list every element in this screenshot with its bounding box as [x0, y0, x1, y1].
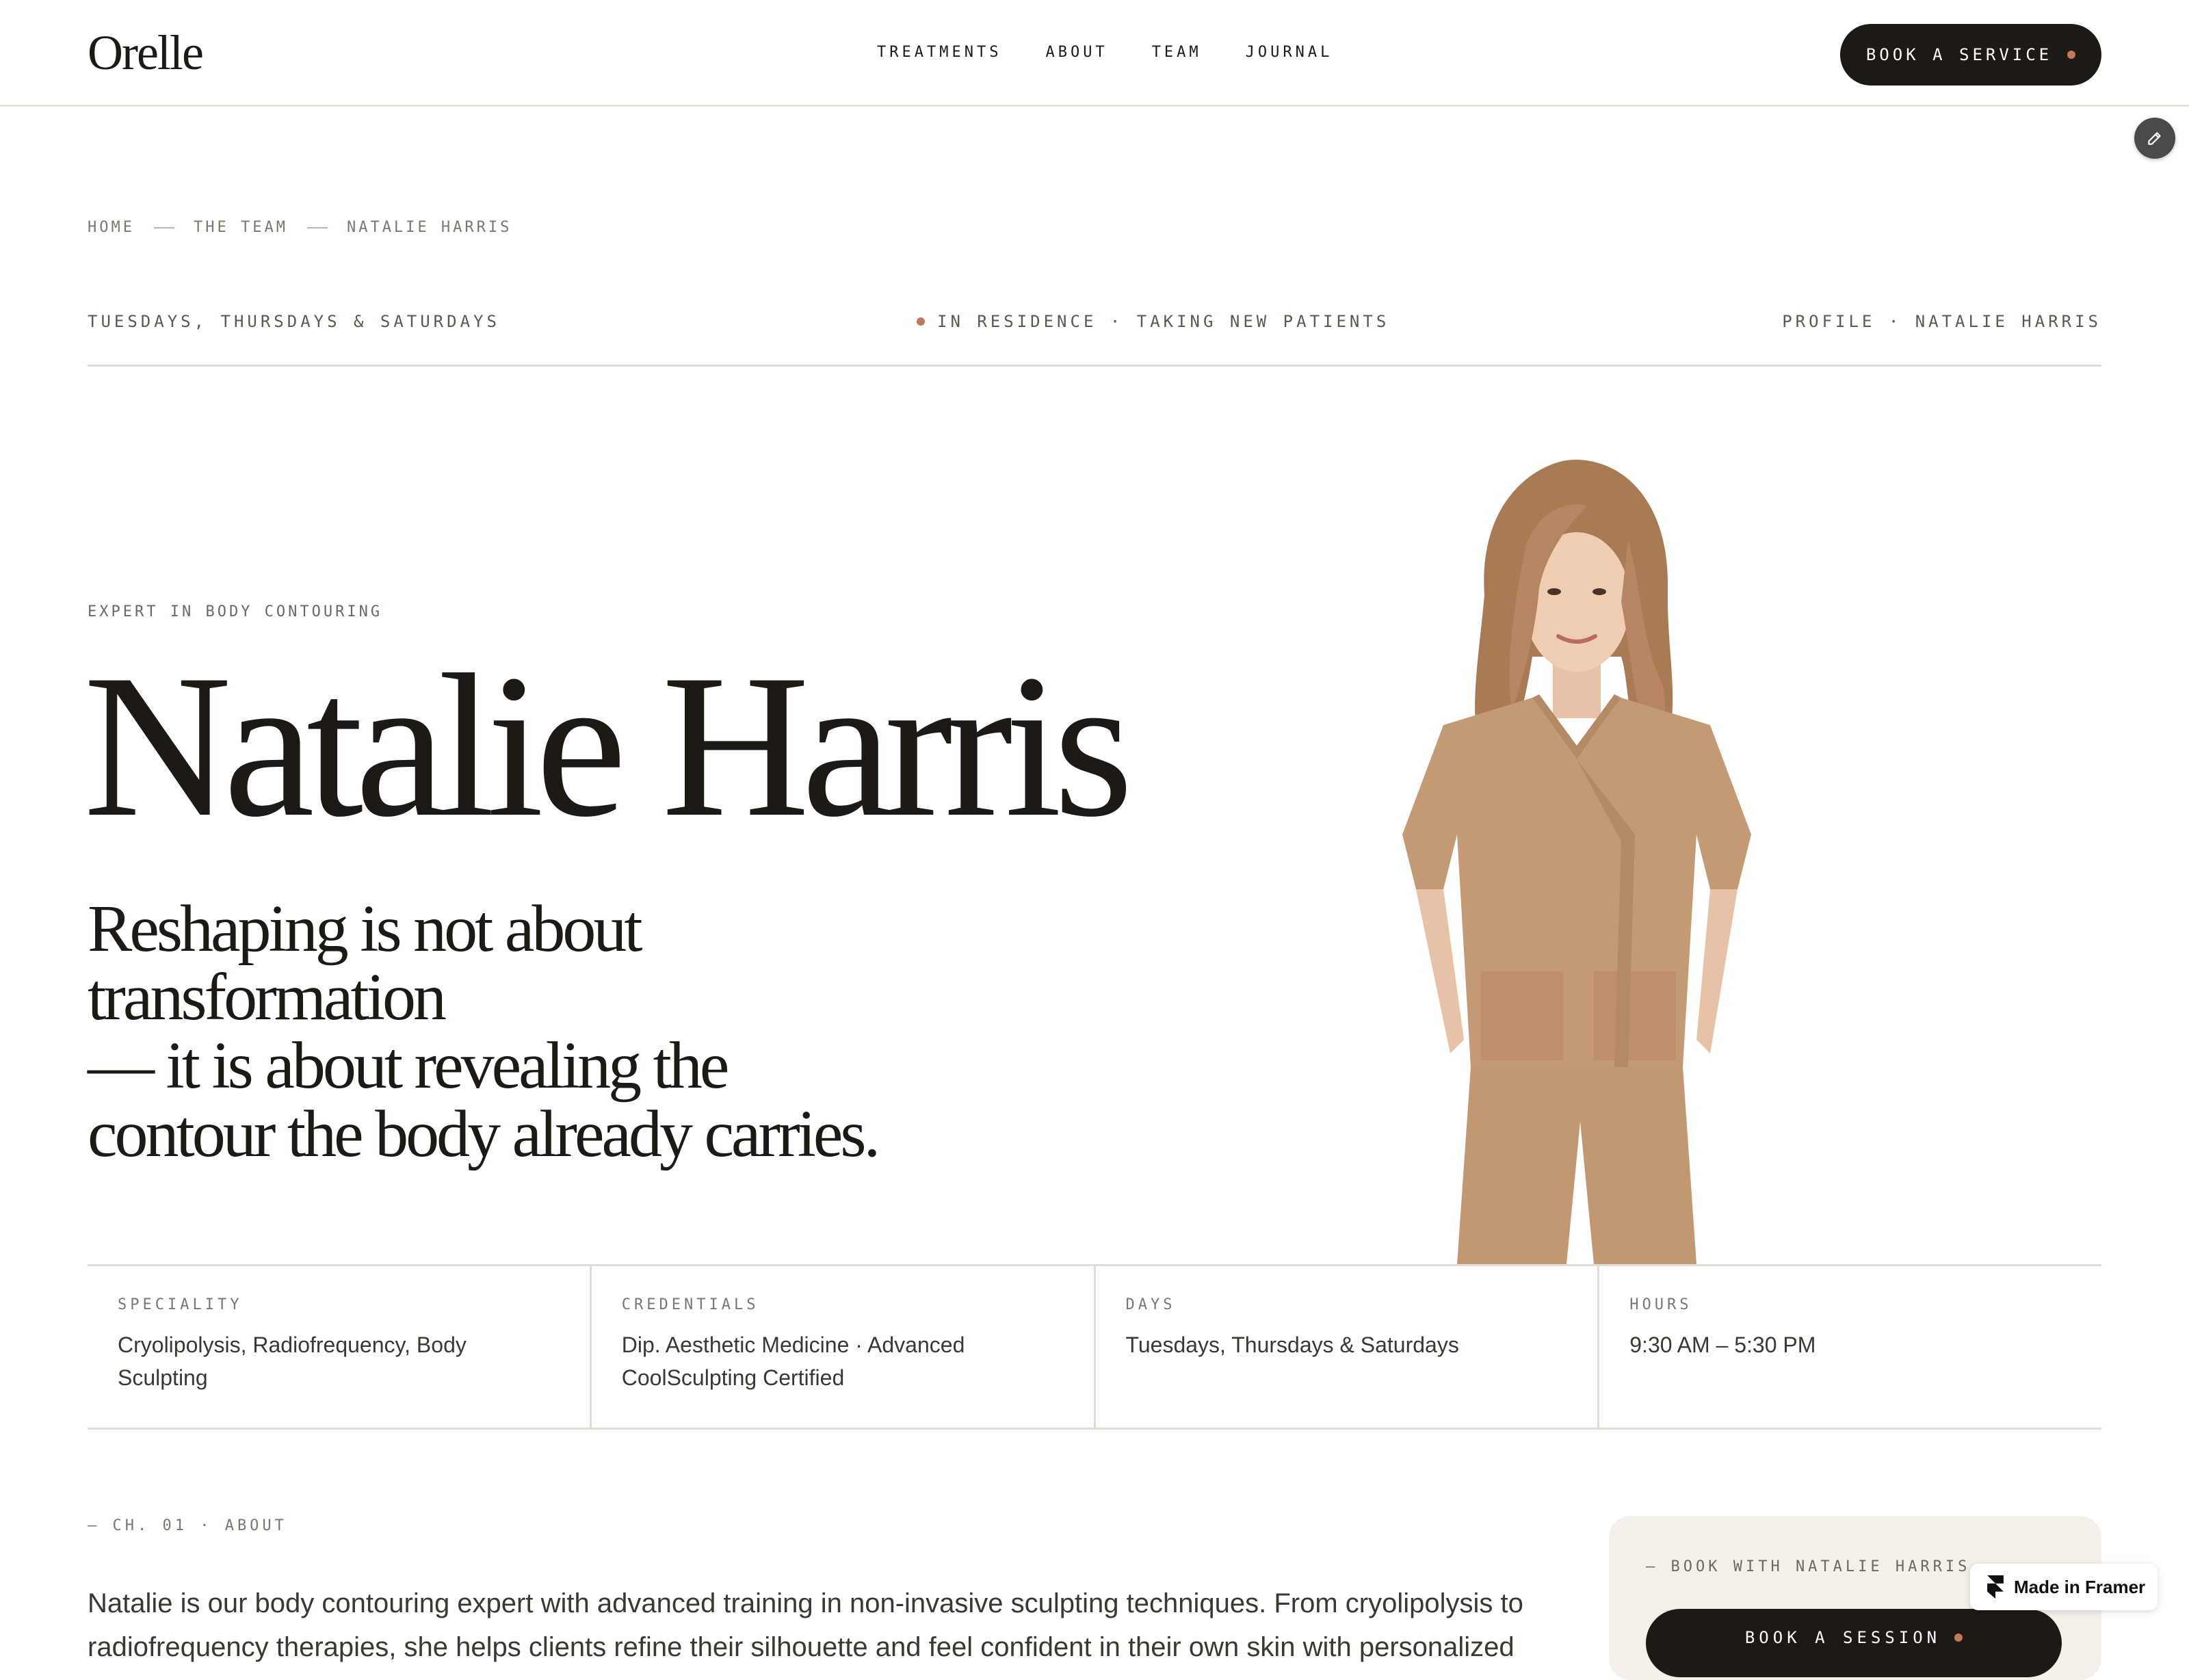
booking-card-label: — BOOK WITH NATALIE HARRIS: [1646, 1558, 1971, 1575]
made-in-framer-badge[interactable]: Made in Framer: [1970, 1564, 2158, 1610]
info-label: CREDENTIALS: [621, 1296, 759, 1313]
info-label: SPECIALITY: [118, 1296, 243, 1313]
info-value: Tuesdays, Thursdays & Saturdays: [1125, 1333, 1459, 1357]
nav-treatments[interactable]: TREATMENTS: [877, 44, 1001, 61]
nav-about[interactable]: ABOUT: [1045, 44, 1107, 61]
breadcrumb-separator: [153, 226, 174, 228]
quote-line: Reshaping is not about transformation: [88, 892, 643, 1034]
breadcrumb-home[interactable]: HOME: [88, 219, 135, 236]
pencil-icon: [2148, 132, 2161, 145]
info-grid: SPECIALITY Cryolipolysis, Radiofrequency…: [88, 1264, 2101, 1430]
info-value: Cryolipolysis, Radiofrequency, Body Scul…: [118, 1333, 467, 1390]
breadcrumb-separator: [306, 226, 328, 228]
main-nav: TREATMENTS ABOUT TEAM JOURNAL: [877, 44, 1333, 61]
nav-journal[interactable]: JOURNAL: [1246, 44, 1333, 61]
schedule-text: TUESDAYS, THURSDAYS & SATURDAYS: [88, 312, 500, 331]
edit-button[interactable]: [2134, 118, 2175, 159]
nav-team[interactable]: TEAM: [1152, 44, 1202, 61]
info-label: DAYS: [1125, 1296, 1176, 1313]
info-speciality: SPECIALITY Cryolipolysis, Radiofrequency…: [88, 1266, 590, 1428]
status-row: TUESDAYS, THURSDAYS & SATURDAYS IN RESID…: [88, 312, 2101, 367]
hero-eyebrow: EXPERT IN BODY CONTOURING: [88, 603, 383, 620]
book-service-label: BOOK A SERVICE: [1865, 45, 2053, 64]
info-label: HOURS: [1629, 1296, 1692, 1313]
quote-line: — it is about revealing the: [88, 1029, 729, 1103]
framer-badge-label: Made in Framer: [2014, 1576, 2146, 1597]
info-hours: HOURS 9:30 AM – 5:30 PM: [1597, 1266, 2101, 1428]
availability-status: IN RESIDENCE · TAKING NEW PATIENTS: [917, 312, 1389, 331]
breadcrumb: HOME THE TEAM NATALIE HARRIS: [88, 219, 512, 236]
status-dot-icon: [917, 317, 925, 326]
site-header: Orelle TREATMENTS ABOUT TEAM JOURNAL BOO…: [0, 0, 2189, 107]
info-value: Dip. Aesthetic Medicine · Advanced CoolS…: [621, 1333, 965, 1390]
logo[interactable]: Orelle: [88, 25, 204, 81]
quote-line: contour the body already carries.: [88, 1097, 880, 1171]
portrait-image: [1341, 451, 1806, 1264]
book-session-button[interactable]: BOOK A SESSION: [1646, 1609, 2062, 1677]
hero-quote: Reshaping is not about transformation — …: [88, 895, 949, 1168]
breadcrumb-current: NATALIE HARRIS: [346, 219, 512, 236]
breadcrumb-team[interactable]: THE TEAM: [194, 219, 288, 236]
accent-dot-icon: [2067, 51, 2076, 59]
chapter-heading: — CH. 01 · ABOUT: [88, 1517, 287, 1534]
info-credentials: CREDENTIALS Dip. Aesthetic Medicine · Ad…: [589, 1266, 1094, 1428]
info-value: 9:30 AM – 5:30 PM: [1629, 1333, 1816, 1357]
page-title: Natalie Harris: [83, 632, 1133, 859]
profile-text: PROFILE · NATALIE HARRIS: [1782, 312, 2101, 331]
availability-text: IN RESIDENCE · TAKING NEW PATIENTS: [937, 312, 1390, 331]
accent-dot-icon: [1954, 1633, 1963, 1642]
framer-logo-icon: [1987, 1575, 2004, 1599]
book-service-button[interactable]: BOOK A SERVICE: [1840, 24, 2101, 86]
info-days: DAYS Tuesdays, Thursdays & Saturdays: [1093, 1266, 1598, 1428]
about-paragraph: Natalie is our body contouring expert wi…: [88, 1588, 1523, 1662]
book-session-label: BOOK A SESSION: [1744, 1628, 1941, 1647]
